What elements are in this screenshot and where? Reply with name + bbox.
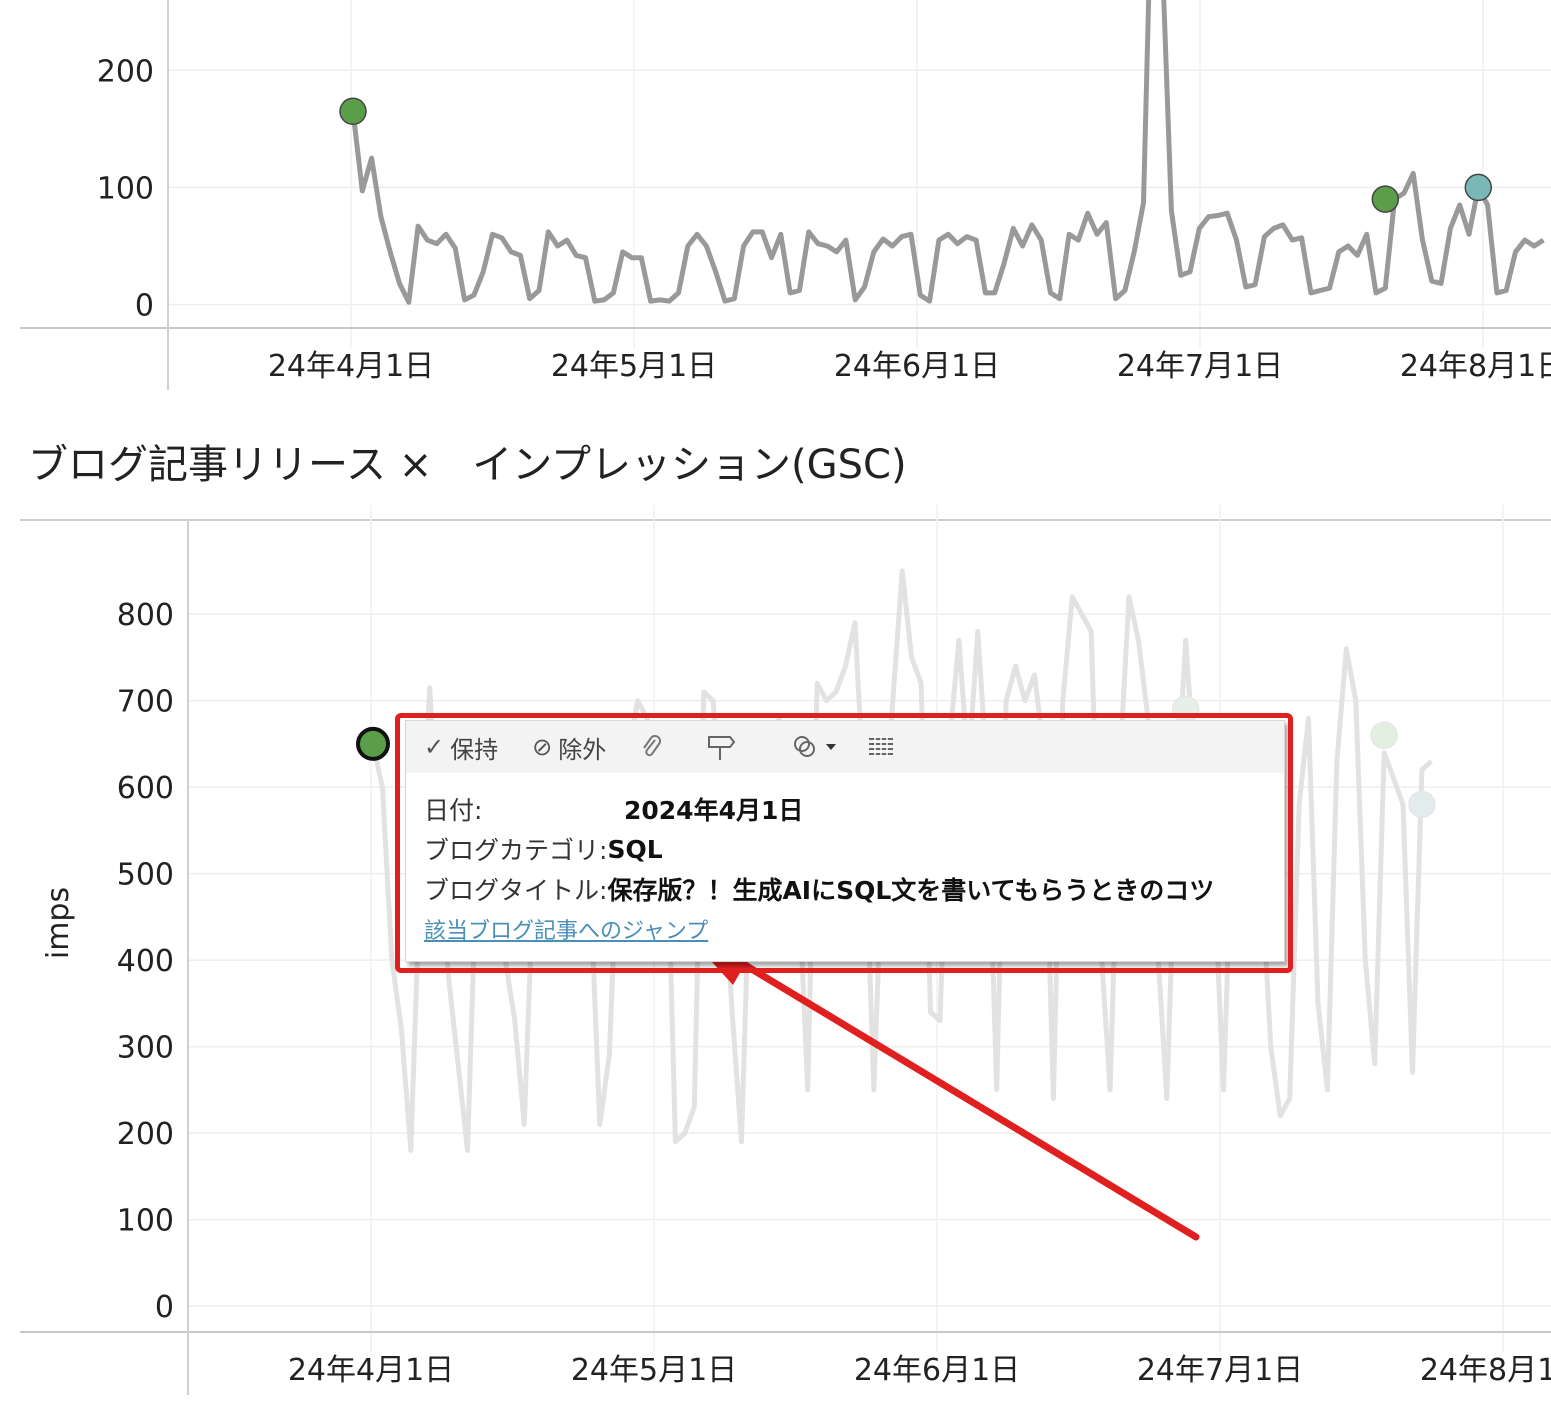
category-value: SQL [607, 834, 663, 864]
x-tick-label: 24年6月1日 [834, 349, 1000, 384]
check-icon: ✓ [424, 733, 445, 761]
release-marker[interactable] [1370, 721, 1398, 750]
category-key: ブログカテゴリ: [424, 836, 608, 865]
tooltip-row-title: ブログタイトル: 保存版？！生成AIにSQL文を書いてもらうときのコツ [424, 869, 1266, 909]
top-markers [339, 97, 1493, 213]
top-chart: 0 100 200 24年4月1日 24年5月1日 24年6月1日 24年7月1日 24年8… [20, 0, 1551, 390]
group-members-button[interactable] [640, 734, 662, 760]
create-set-button[interactable] [706, 733, 736, 761]
x-tick-label: 24年6月1日 [854, 1353, 1020, 1388]
x-tick-label: 24年7月1日 [1137, 1353, 1303, 1388]
top-y-ticks: 0 100 200 [97, 54, 154, 323]
table-icon [869, 736, 894, 758]
dashboard-canvas: 0 100 200 24年4月1日 24年5月1日 24年6月1日 24年7月1日 24年8… [20, 0, 1551, 1395]
date-value: 2024年4月1日 [624, 796, 804, 825]
tooltip-toolbar: ✓ 保持 ⊘ 除外 [406, 721, 1284, 773]
y-tick-label: 500 [117, 858, 174, 893]
exclude-label: 除外 [558, 735, 607, 764]
y-tick-label: 0 [155, 1290, 174, 1325]
top-series [350, 0, 1545, 305]
release-marker[interactable] [1408, 790, 1436, 819]
paperclip-icon [643, 735, 662, 757]
view-data-button[interactable] [868, 736, 894, 758]
release-marker[interactable] [339, 97, 367, 126]
jump-to-article-link[interactable]: 該当ブログ記事へのジャンプ [424, 913, 708, 945]
tooltip-body: 日付: 2024年4月1日 ブログカテゴリ: SQL ブログタイトル: 保存版？… [406, 773, 1284, 949]
y-tick-label: 400 [117, 944, 174, 979]
x-tick-label: 24年5月1日 [551, 349, 717, 384]
arrow-shaft [741, 961, 1200, 1241]
view-data-dropdown[interactable] [792, 733, 838, 761]
tooltip-card: ✓ 保持 ⊘ 除外 日付: 2024年4月1日 ブログカテゴリ: SQL ブログ… [405, 720, 1285, 962]
date-key: 日付: [424, 796, 483, 825]
release-marker[interactable] [1464, 173, 1493, 202]
chart-title: ブログ記事リリース × インプレッション(GSC) [28, 442, 907, 488]
title-value: 保存版？！生成AIにSQL文を書いてもらうときのコツ [607, 876, 1215, 905]
link-chain-icon [794, 736, 837, 757]
x-tick-label: 24年7月1日 [1117, 349, 1283, 384]
x-tick-label: 24年4月1日 [268, 349, 434, 384]
x-tick-label: 24年8月1日 [1400, 349, 1551, 384]
keep-label: 保持 [450, 735, 499, 764]
series-line [350, 0, 1545, 305]
release-marker[interactable] [1371, 185, 1400, 213]
y-tick-label: 600 [117, 771, 174, 806]
title-key: ブログタイトル: [424, 876, 608, 905]
y-tick-label: 200 [97, 54, 154, 89]
bottom-x-ticks: 24年4月1日 24年5月1日 24年6月1日 24年7月1日 24年8月1日 [288, 1353, 1551, 1388]
tooltip-row-category: ブログカテゴリ: SQL [424, 829, 1266, 869]
y-tick-label: 100 [117, 1204, 174, 1239]
y-tick-label: 200 [117, 1117, 174, 1152]
no-entry-icon: ⊘ [532, 733, 553, 761]
release-marker[interactable] [1171, 695, 1200, 724]
release-marker[interactable] [356, 726, 390, 761]
tooltip-row-date: 日付: 2024年4月1日 [424, 789, 1266, 829]
y-tick-label: 300 [117, 1031, 174, 1066]
keep-button[interactable]: ✓ 保持 [424, 730, 498, 765]
top-x-ticks: 24年4月1日 24年5月1日 24年6月1日 24年7月1日 24年8月1日 [268, 349, 1551, 384]
x-tick-label: 24年8月1日 [1420, 1353, 1551, 1388]
y-tick-label: 0 [135, 289, 154, 324]
tooltip-row-link: 該当ブログ記事へのジャンプ [424, 909, 1266, 949]
y-tick-label: 100 [97, 171, 154, 206]
y-tick-label: 700 [117, 685, 174, 720]
x-tick-label: 24年4月1日 [288, 1353, 454, 1388]
exclude-button[interactable]: ⊘ 除外 [532, 730, 606, 765]
x-tick-label: 24年5月1日 [571, 1353, 737, 1388]
bottom-y-ticks: 0 100 200 300 400 500 600 700 800 [117, 598, 174, 1325]
y-axis-label: imps [41, 887, 76, 959]
y-tick-label: 800 [117, 598, 174, 633]
signpost-icon [708, 736, 736, 760]
